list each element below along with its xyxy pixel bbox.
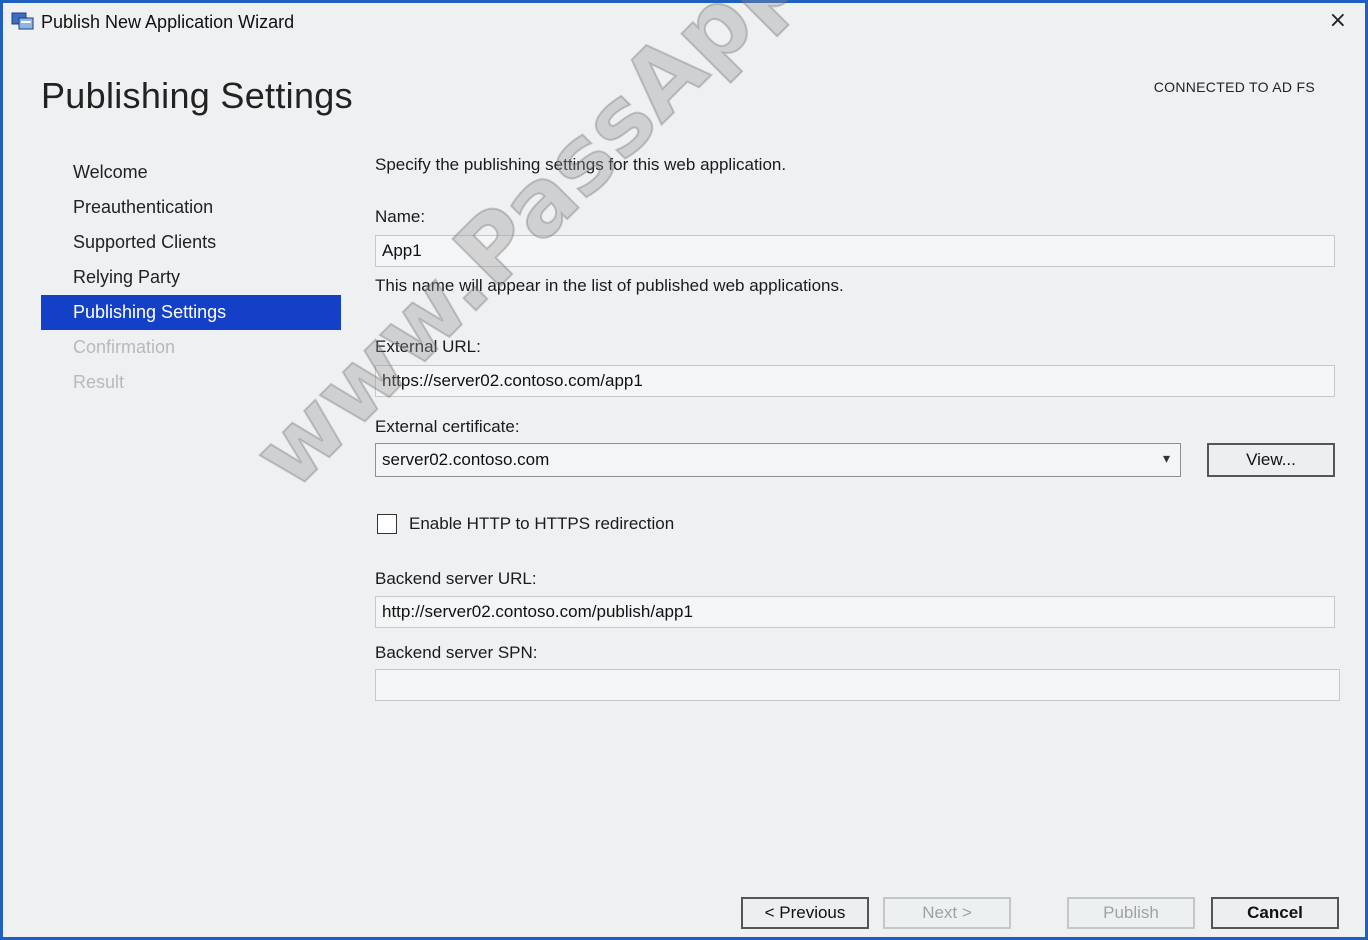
nav-step-relying-party[interactable]: Relying Party — [41, 260, 341, 295]
backend-spn-input[interactable] — [375, 669, 1340, 701]
backend-url-label: Backend server URL: — [375, 569, 537, 588]
nav-step-confirmation: Confirmation — [73, 337, 176, 357]
wizard-window: Publish New Application Wizard × Publish… — [0, 0, 1368, 940]
nav-step-preauthentication[interactable]: Preauthentication — [41, 190, 341, 225]
publish-button: Publish — [1067, 897, 1195, 929]
nav-step-publishing-settings[interactable]: Publishing Settings — [41, 295, 341, 330]
page-title: Publishing Settings — [41, 75, 353, 116]
nav-step-result: Result — [73, 372, 125, 392]
redirect-checkbox-label[interactable]: Enable HTTP to HTTPS redirection — [409, 514, 674, 534]
wizard-steps-nav: Welcome Preauthentication Supported Clie… — [41, 155, 341, 400]
app-icon — [11, 11, 35, 31]
backend-url-value: http://server02.contoso.com/publish/app1 — [382, 602, 693, 621]
view-certificate-button[interactable]: View... — [1207, 443, 1335, 477]
external-url-label: External URL: — [375, 337, 481, 356]
chevron-down-icon: ▾ — [1162, 450, 1170, 466]
next-button: Next > — [883, 897, 1011, 929]
nav-step-welcome[interactable]: Welcome — [41, 155, 341, 190]
name-input[interactable]: App1 — [375, 235, 1335, 267]
close-button[interactable]: × — [1329, 9, 1347, 33]
nav-step-supported-clients[interactable]: Supported Clients — [41, 225, 341, 260]
external-certificate-select[interactable]: server02.contoso.com ▾ — [375, 443, 1181, 477]
external-url-input[interactable]: https://server02.contoso.com/app1 — [375, 365, 1335, 397]
cancel-button[interactable]: Cancel — [1211, 897, 1339, 929]
external-certificate-value: server02.contoso.com — [382, 450, 550, 469]
name-label: Name: — [375, 207, 426, 226]
external-certificate-label: External certificate: — [375, 417, 520, 436]
name-hint: This name will appear in the list of pub… — [375, 276, 844, 295]
name-value: App1 — [382, 241, 422, 260]
window-title: Publish New Application Wizard — [41, 12, 295, 32]
redirect-checkbox[interactable] — [377, 514, 397, 534]
connection-status: CONNECTED TO AD FS — [1153, 79, 1315, 95]
previous-button[interactable]: < Previous — [741, 897, 869, 929]
backend-url-input[interactable]: http://server02.contoso.com/publish/app1 — [375, 596, 1335, 628]
external-url-value: https://server02.contoso.com/app1 — [382, 371, 643, 390]
backend-spn-label: Backend server SPN: — [375, 643, 538, 662]
title-bar: Publish New Application Wizard × — [3, 3, 1365, 39]
form-intro: Specify the publishing settings for this… — [375, 155, 787, 174]
